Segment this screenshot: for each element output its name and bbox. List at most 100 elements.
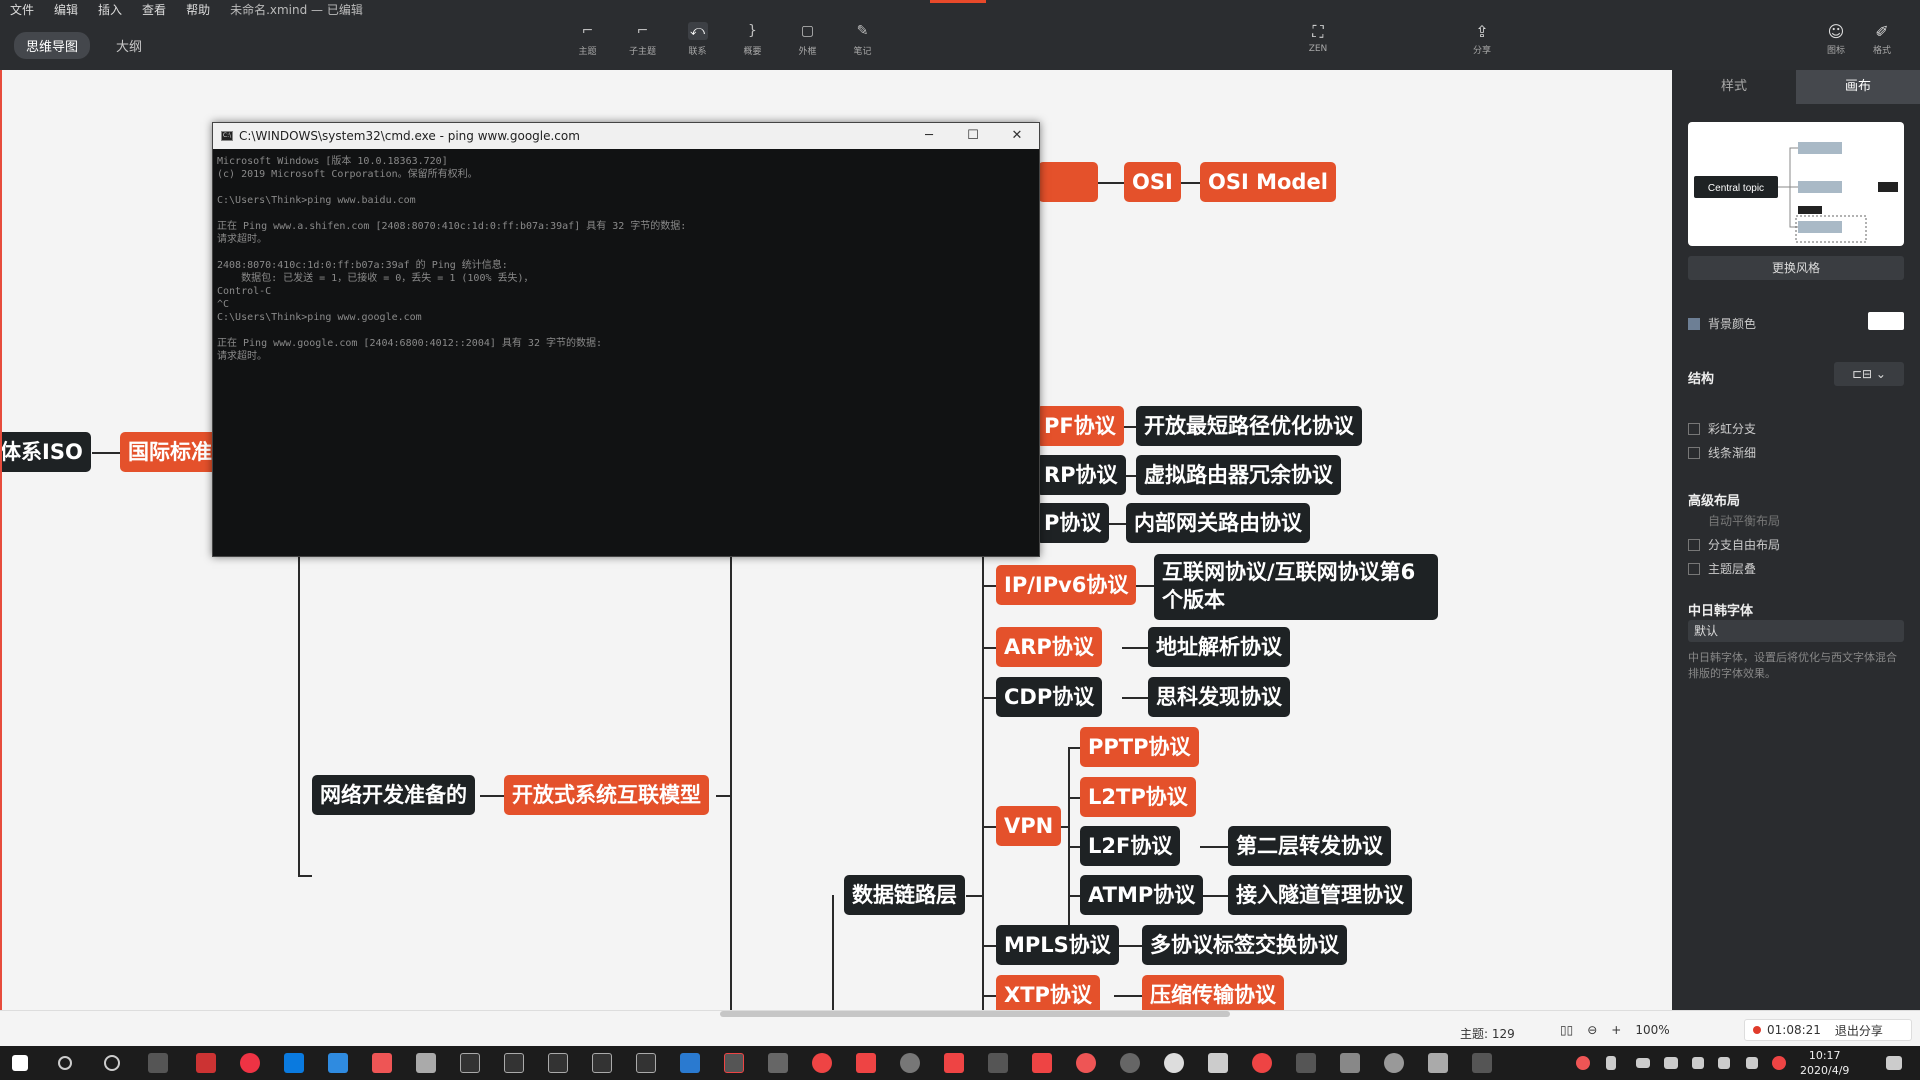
topic-node[interactable]: L2TP协议 <box>1080 777 1196 817</box>
menu-edit[interactable]: 编辑 <box>44 1 88 18</box>
xmind-icon[interactable] <box>856 1053 876 1073</box>
checkbox-icon[interactable] <box>1688 422 1700 435</box>
horizontal-scrollbar[interactable] <box>720 1011 1230 1017</box>
chrome-icon[interactable] <box>240 1053 260 1073</box>
change-style-button[interactable]: 更换风格 <box>1688 256 1904 280</box>
menu-help[interactable]: 帮助 <box>176 1 220 18</box>
checkbox-icon[interactable] <box>1688 562 1700 575</box>
calculator-icon[interactable] <box>1340 1053 1360 1073</box>
topic-node[interactable]: ARP协议 <box>996 627 1102 667</box>
zoom-in-icon[interactable]: + <box>1611 1023 1621 1037</box>
cjk-font-select[interactable]: 默认 <box>1688 620 1904 642</box>
maximize-icon[interactable]: ☐ <box>951 123 995 149</box>
tab-canvas[interactable]: 画布 <box>1796 70 1920 104</box>
topic-node[interactable]: 第二层转发协议 <box>1228 826 1391 866</box>
topic-node[interactable]: ATMP协议 <box>1080 875 1204 915</box>
topic-node[interactable]: IP/IPv6协议 <box>996 565 1137 605</box>
app-icon[interactable] <box>1076 1053 1096 1073</box>
topic-node[interactable]: 多协议标签交换协议 <box>1142 925 1347 965</box>
rainbow-branch-row[interactable]: 彩虹分支 <box>1688 420 1756 437</box>
search-icon[interactable] <box>58 1056 72 1070</box>
stop-share-button[interactable]: 退出分享 <box>1835 1022 1883 1039</box>
theme-thumbnail[interactable]: Central topic <box>1688 122 1904 246</box>
zoom-level[interactable]: 100% <box>1635 1023 1669 1037</box>
store-icon[interactable] <box>284 1053 304 1073</box>
tab-style[interactable]: 样式 <box>1672 70 1796 104</box>
tool-subtopic[interactable]: ⌐ 子主题 <box>615 22 670 57</box>
topic-node[interactable]: 网络开发准备的 <box>312 775 475 815</box>
tool-note[interactable]: ✎ 笔记 <box>835 22 890 57</box>
tool-boundary[interactable]: ▢ 外框 <box>780 22 835 57</box>
tool-summary[interactable]: } 概要 <box>725 22 780 57</box>
ime-icon[interactable] <box>1746 1057 1758 1069</box>
tray-icon[interactable] <box>1772 1056 1786 1070</box>
network-icon[interactable] <box>1664 1057 1678 1069</box>
notification-icon[interactable] <box>1886 1056 1902 1070</box>
intellij-icon[interactable] <box>504 1053 524 1073</box>
topic-node[interactable]: 国际标准 <box>120 432 220 472</box>
app-icon[interactable] <box>372 1053 392 1073</box>
xmind-icon[interactable] <box>944 1053 964 1073</box>
topic-node[interactable]: L2F协议 <box>1080 826 1181 866</box>
datagrip-icon[interactable] <box>460 1053 480 1073</box>
tool-relationship[interactable]: ⤺ 联系 <box>670 22 725 57</box>
topic-node[interactable]: 压缩传输协议 <box>1142 975 1284 1010</box>
topic-node[interactable]: PF协议 <box>1036 406 1124 446</box>
phpstorm-icon[interactable] <box>636 1053 656 1073</box>
bg-color-swatch[interactable] <box>1868 312 1904 330</box>
tab-mindmap[interactable]: 思维导图 <box>14 32 91 59</box>
topic-node[interactable]: OSI Model <box>1200 162 1336 202</box>
checkbox-icon[interactable] <box>1688 446 1700 459</box>
topic-node[interactable]: 体系ISO <box>2 432 91 472</box>
topic-node[interactable]: XTP协议 <box>996 975 1100 1010</box>
app-icon[interactable] <box>196 1053 216 1073</box>
minimize-icon[interactable]: ─ <box>907 123 951 149</box>
close-icon[interactable]: ✕ <box>995 123 1039 149</box>
topic-node[interactable]: 互联网协议/互联网协议第6个版本 <box>1154 554 1438 620</box>
cmd-taskbar-icon[interactable] <box>1208 1053 1228 1073</box>
task-view-icon[interactable] <box>148 1053 168 1073</box>
checkbox-checked-icon[interactable] <box>1688 317 1700 330</box>
topic-node[interactable]: 开放最短路径优化协议 <box>1136 406 1362 446</box>
topic-node[interactable]: VPN <box>996 806 1062 846</box>
menu-file[interactable]: 文件 <box>0 1 44 18</box>
tray-icon[interactable] <box>1576 1056 1590 1070</box>
app-icon[interactable] <box>724 1053 744 1073</box>
volume-icon[interactable] <box>1692 1057 1704 1069</box>
pycharm-icon[interactable] <box>592 1053 612 1073</box>
battery-icon[interactable] <box>1636 1058 1650 1068</box>
topic-node[interactable]: 思科发现协议 <box>1148 677 1290 717</box>
wechat-icon[interactable] <box>1164 1053 1184 1073</box>
topic-node[interactable]: 数据链路层 <box>844 875 965 915</box>
topic-node[interactable]: PPTP协议 <box>1080 727 1199 767</box>
format-panel-button[interactable]: ✐ 格式 <box>1852 22 1912 56</box>
tool-topic[interactable]: ⌐ 主题 <box>560 22 615 57</box>
app-icon[interactable] <box>1472 1053 1492 1073</box>
cortana-icon[interactable] <box>104 1055 120 1071</box>
topic-node[interactable]: 接入隧道管理协议 <box>1228 875 1412 915</box>
topic-node[interactable]: 内部网关路由协议 <box>1126 503 1310 543</box>
main-level-row[interactable]: 主题层叠 <box>1688 560 1756 577</box>
cmd-window[interactable]: C:\ C:\WINDOWS\system32\cmd.exe - ping w… <box>212 122 1040 557</box>
windows-start-icon[interactable] <box>12 1055 28 1071</box>
cmd-titlebar[interactable]: C:\ C:\WINDOWS\system32\cmd.exe - ping w… <box>213 123 1039 149</box>
goland-icon[interactable] <box>548 1053 568 1073</box>
app-icon[interactable] <box>988 1053 1008 1073</box>
topic-node[interactable]: P协议 <box>1036 503 1110 543</box>
menu-insert[interactable]: 插入 <box>88 1 132 18</box>
taper-line-row[interactable]: 线条渐细 <box>1688 444 1756 461</box>
topic-node[interactable]: MPLS协议 <box>996 925 1119 965</box>
system-clock[interactable]: 10:17 2020/4/9 <box>1800 1048 1849 1078</box>
mail-icon[interactable] <box>328 1053 348 1073</box>
bg-color-row[interactable]: 背景颜色 <box>1688 315 1756 332</box>
menu-view[interactable]: 查看 <box>132 1 176 18</box>
app-icon[interactable] <box>416 1053 436 1073</box>
app-icon[interactable] <box>812 1053 832 1073</box>
free-branch-row[interactable]: 分支自由布局 <box>1688 536 1780 553</box>
topic-node[interactable]: RP协议 <box>1036 455 1126 495</box>
vscode-icon[interactable] <box>680 1053 700 1073</box>
camera-icon[interactable] <box>768 1053 788 1073</box>
tab-outline[interactable]: 大纲 <box>104 32 154 59</box>
app-icon[interactable] <box>1428 1053 1448 1073</box>
topic-node[interactable]: 虚拟路由器冗余协议 <box>1136 455 1341 495</box>
